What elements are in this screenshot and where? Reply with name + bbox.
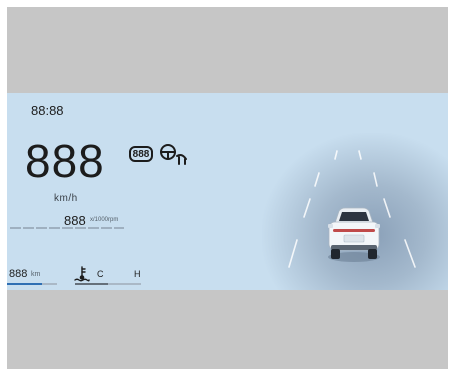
lane-center-dash-2 xyxy=(358,150,362,160)
coolant-temp-bar-fill xyxy=(75,283,108,285)
coolant-temp-low-label: C xyxy=(97,269,104,279)
steering-warning-icon xyxy=(160,144,187,165)
coolant-temp-high-label: H xyxy=(134,269,141,279)
rpm-readout: 888 xyxy=(64,213,86,228)
indicator-lamp-text: 888 xyxy=(132,148,150,160)
lane-left-dash-1 xyxy=(314,172,320,187)
coolant-temperature-icon xyxy=(74,266,90,282)
odometer-bar xyxy=(7,283,57,285)
instrument-cluster: 88:88 888 km/h 888 x/1000rpm 888 888 km … xyxy=(7,93,448,290)
speed-readout: 888 xyxy=(25,135,105,187)
lane-left-dash-3 xyxy=(288,239,298,268)
rpm-scale xyxy=(10,227,124,229)
lane-right-dash-3 xyxy=(404,239,416,268)
lane-center-dash-1 xyxy=(334,150,338,160)
indicator-888-lamp-icon: 888 xyxy=(129,146,153,162)
lane-right-dash-1 xyxy=(373,172,378,187)
clock-time: 88:88 xyxy=(31,103,64,118)
vehicle-rear-icon xyxy=(328,207,380,262)
lane-left-dash-2 xyxy=(303,198,311,218)
speed-unit: km/h xyxy=(54,193,78,204)
coolant-temp-bar xyxy=(75,283,141,285)
odometer-unit: km xyxy=(31,271,41,278)
odometer-bar-fill xyxy=(7,283,42,285)
lane-right-dash-2 xyxy=(383,198,391,218)
odometer-readout: 888 xyxy=(9,268,28,280)
rpm-unit: x/1000rpm xyxy=(90,217,119,223)
